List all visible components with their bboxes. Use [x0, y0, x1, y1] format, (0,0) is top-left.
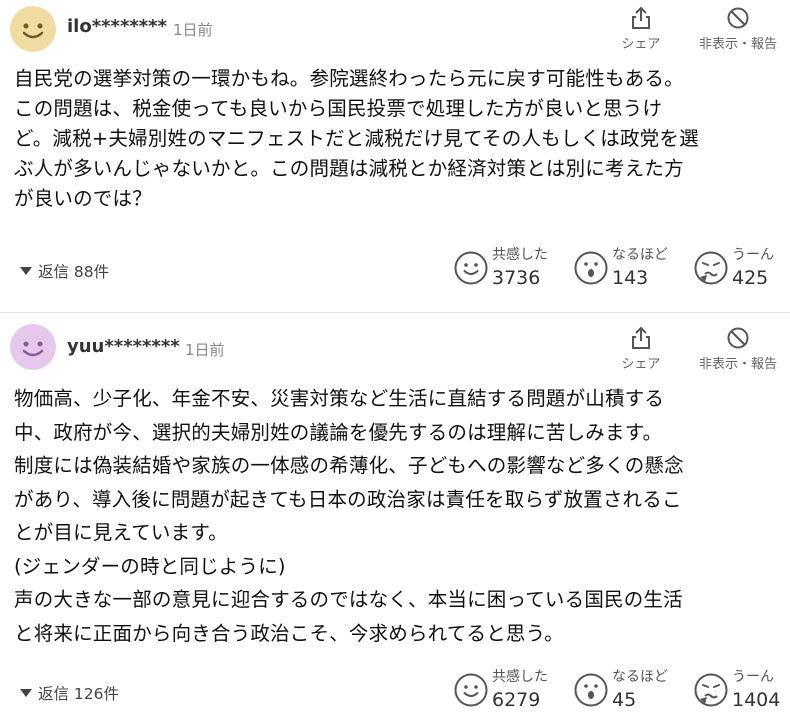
share-button[interactable]: シェア: [612, 326, 670, 372]
smile-face-icon: [454, 251, 488, 285]
reaction-label: 共感した: [492, 669, 548, 685]
reaction-count: 3736: [492, 267, 541, 289]
hide-report-label: 非表示・報告: [698, 37, 777, 52]
reaction-label: なるほど: [612, 669, 668, 685]
reaction-count: 1404: [732, 689, 781, 711]
reaction-label: 共感した: [492, 247, 548, 263]
comment-body: 物価高、少子化、年金不安、災害対策など生活に直結する問題が山積する 中、政府が今…: [14, 387, 684, 645]
comment-divider: [0, 312, 790, 313]
avatar[interactable]: [10, 324, 56, 370]
replies-label: 返信 126件: [38, 685, 120, 703]
replies-label: 返信 88件: [38, 263, 110, 281]
reaction-hmm-button[interactable]: うーん 425: [694, 248, 774, 288]
reaction-count: 425: [732, 267, 769, 289]
reaction-label: うーん: [732, 669, 774, 685]
caret-down-icon: [20, 689, 32, 697]
reaction-count: 143: [612, 267, 649, 289]
timestamp: 1日前: [185, 341, 225, 359]
reaction-empathy-button[interactable]: 共感した 3736: [454, 248, 548, 288]
block-icon: [727, 7, 749, 29]
hide-report-label: 非表示・報告: [698, 357, 777, 372]
reaction-count: 45: [612, 689, 637, 711]
share-button[interactable]: シェア: [612, 6, 670, 52]
avatar[interactable]: [10, 6, 56, 52]
username[interactable]: ilo********: [67, 16, 167, 37]
hide-report-button[interactable]: 非表示・報告: [690, 6, 786, 52]
caret-down-icon: [20, 267, 32, 275]
comment-body: 自民党の選挙対策の一環かもね。参院選終わったら元に戻す可能性もある。 この問題は…: [14, 67, 699, 210]
share-icon: [632, 6, 650, 29]
share-label: シェア: [621, 37, 661, 52]
reaction-empathy-button[interactable]: 共感した 6279: [454, 670, 548, 710]
reaction-hmm-button[interactable]: うーん 1404: [694, 670, 780, 710]
replies-toggle[interactable]: 返信 88件: [20, 260, 109, 282]
username[interactable]: yuu********: [67, 336, 180, 357]
troubled-face-icon: [694, 251, 728, 285]
surprised-face-icon: [574, 673, 608, 707]
share-label: シェア: [621, 357, 661, 372]
block-icon: [727, 327, 749, 349]
troubled-face-icon: [694, 673, 728, 707]
smile-face-icon: [454, 673, 488, 707]
reaction-label: なるほど: [612, 247, 668, 263]
comment-item: yuu******** 1日前 シェア 非表示・報告 物価高、少子化、年金不安、…: [0, 318, 790, 713]
reaction-label: うーん: [732, 247, 774, 263]
hide-report-button[interactable]: 非表示・報告: [690, 326, 786, 372]
reaction-insightful-button[interactable]: なるほど 45: [574, 670, 668, 710]
share-icon: [632, 326, 650, 349]
timestamp: 1日前: [173, 21, 213, 39]
reaction-insightful-button[interactable]: なるほど 143: [574, 248, 668, 288]
surprised-face-icon: [574, 251, 608, 285]
replies-toggle[interactable]: 返信 126件: [20, 682, 119, 704]
comment-item: ilo******** 1日前 シェア 非表示・報告 自民党の選挙対策の一環かも…: [0, 0, 790, 312]
reaction-count: 6279: [492, 689, 541, 711]
